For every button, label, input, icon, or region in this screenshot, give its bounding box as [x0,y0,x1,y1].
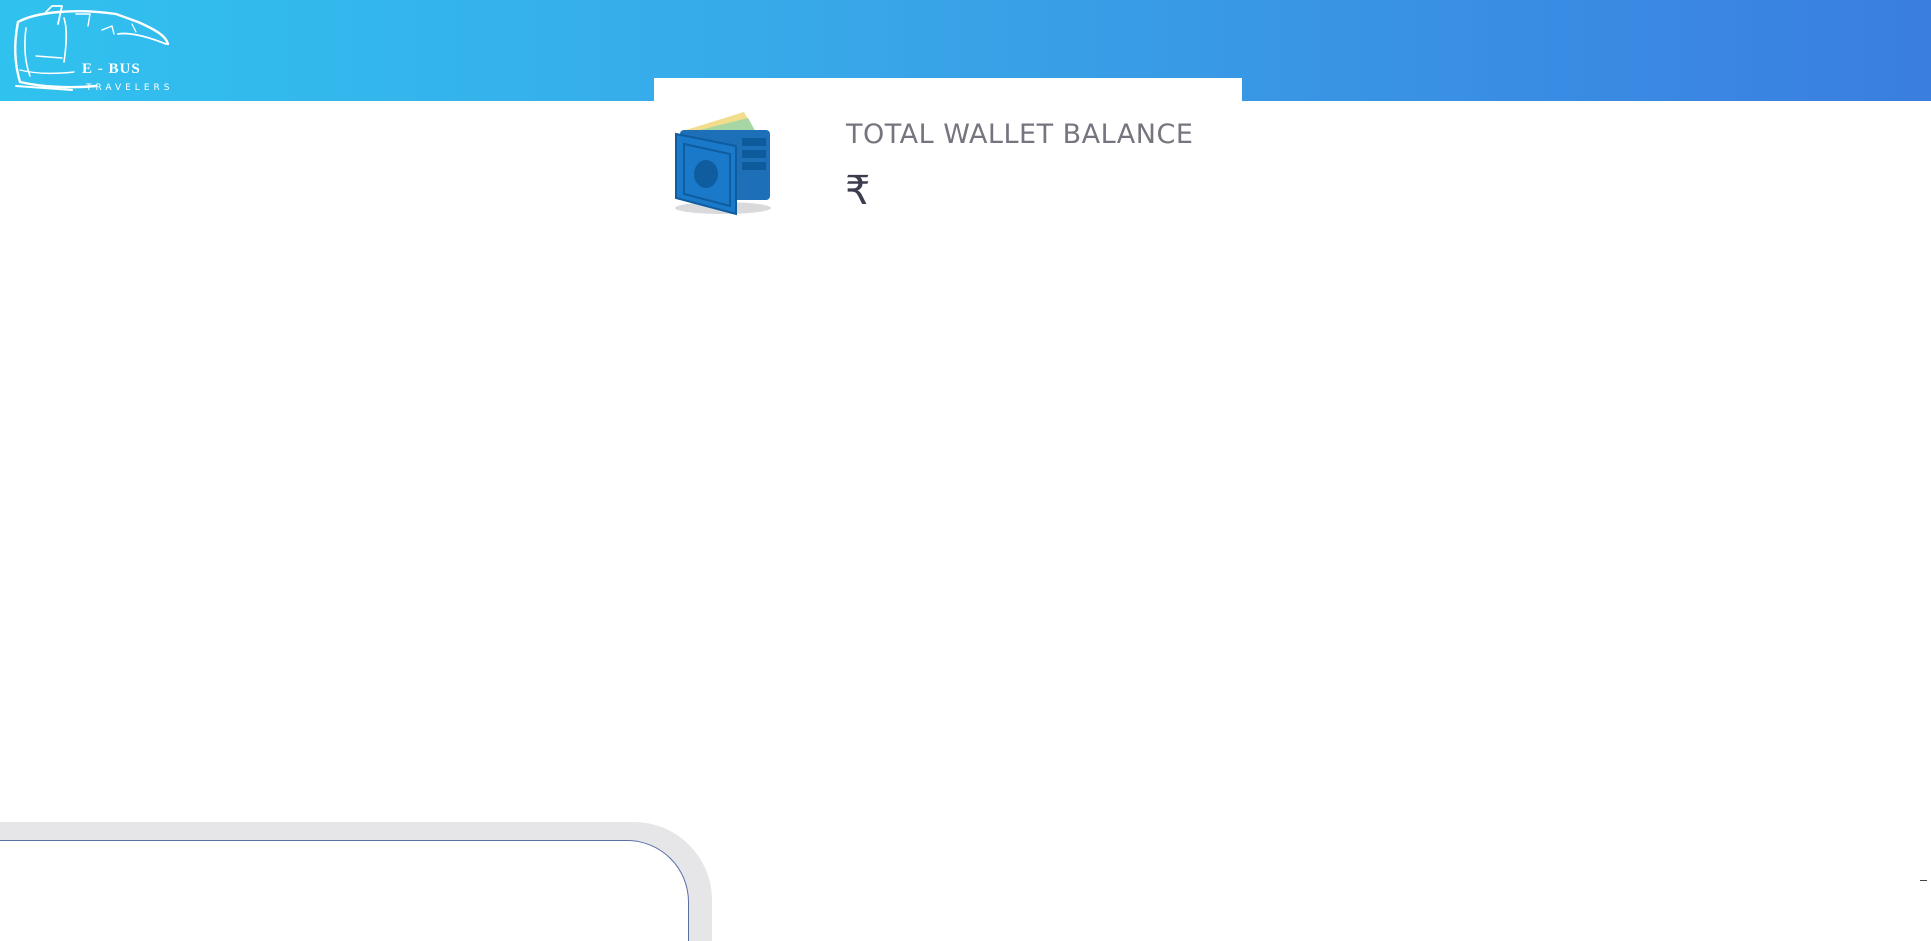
wallet-balance-card: TOTAL WALLET BALANCE ₹ [654,78,1242,248]
brand-logo[interactable]: E - BUS TRAVELERS [6,2,186,98]
corner-mark [1920,880,1927,881]
wallet-balance-title: TOTAL WALLET BALANCE [846,119,1194,150]
wallet-icon [674,110,774,216]
balance-value: ₹ [845,168,871,214]
brand-tagline: TRAVELERS [86,83,174,93]
bottom-panel [0,840,689,941]
page: E - BUS TRAVELERS TOTAL WALLET BALANCE ₹ [0,0,1931,941]
brand-name: E - BUS [82,61,141,77]
